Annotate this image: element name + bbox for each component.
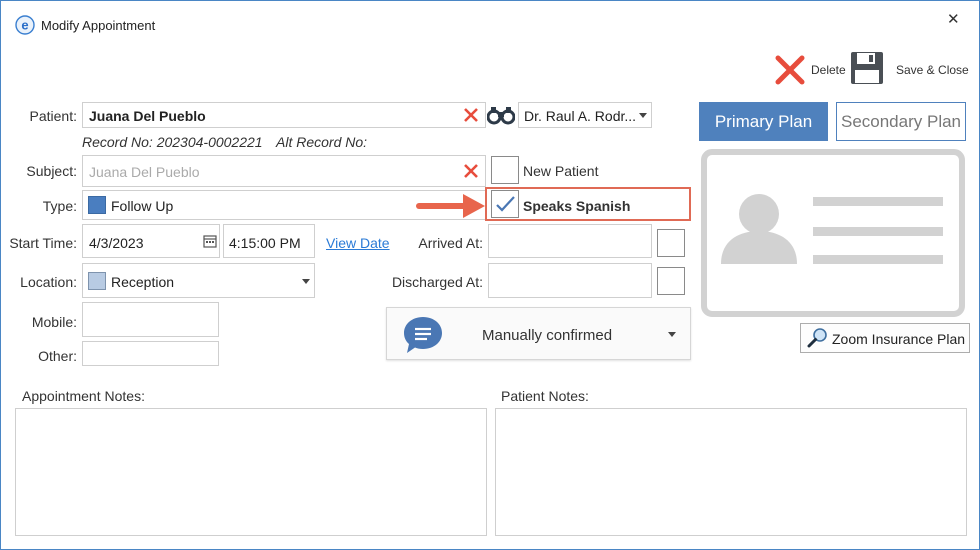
start-time-label: Start Time:: [9, 235, 77, 251]
other-label: Other:: [38, 348, 77, 364]
patient-value: Juana Del Pueblo: [89, 108, 206, 124]
binoculars-icon[interactable]: [487, 105, 515, 125]
provider-select[interactable]: Dr. Raul A. Rodr...: [518, 102, 652, 128]
window-title: Modify Appointment: [41, 18, 156, 33]
appointment-notes-textarea[interactable]: [15, 408, 487, 536]
svg-text:e: e: [21, 18, 28, 33]
other-input[interactable]: [82, 341, 219, 366]
patient-notes-label: Patient Notes:: [501, 388, 589, 404]
record-no: Record No: 202304-0002221: [82, 134, 263, 150]
speaks-spanish-label: Speaks Spanish: [523, 198, 631, 214]
discharged-at-label: Discharged At:: [391, 274, 483, 290]
insurance-card-image: [701, 149, 965, 317]
checkmark-icon: [496, 196, 515, 212]
alt-record-no: Alt Record No:: [276, 134, 368, 150]
save-close-button[interactable]: Save & Close: [850, 51, 970, 87]
location-value: Reception: [111, 274, 175, 290]
arrived-at-checkbox[interactable]: [657, 229, 685, 257]
arrived-at-label: Arrived At:: [418, 235, 483, 251]
delete-label: Delete: [811, 63, 846, 77]
app-logo-icon: e: [15, 15, 35, 35]
start-date-input[interactable]: 4/3/2023: [82, 224, 220, 258]
close-icon[interactable]: ✕: [947, 10, 960, 28]
start-date-value: 4/3/2023: [89, 235, 144, 251]
confirmation-value: Manually confirmed: [482, 327, 613, 344]
chevron-down-icon: [302, 279, 310, 284]
secondary-plan-tab[interactable]: Secondary Plan: [836, 102, 966, 141]
zoom-insurance-label: Zoom Insurance Plan: [832, 331, 966, 347]
type-color-swatch: [88, 196, 106, 214]
save-disk-icon: [851, 52, 883, 84]
delete-button[interactable]: Delete: [773, 53, 848, 87]
start-time-value: 4:15:00 PM: [229, 235, 301, 251]
patient-label: Patient:: [29, 108, 77, 124]
subject-label: Subject:: [26, 163, 77, 179]
arrived-at-input[interactable]: [488, 224, 652, 258]
zoom-insurance-plan-button[interactable]: Zoom Insurance Plan: [800, 323, 970, 353]
start-time-input[interactable]: 4:15:00 PM: [223, 224, 315, 258]
patient-input[interactable]: Juana Del Pueblo: [82, 102, 486, 128]
new-patient-checkbox[interactable]: [491, 156, 519, 184]
location-label: Location:: [20, 274, 77, 290]
subject-placeholder: Juana Del Pueblo: [89, 164, 200, 180]
discharged-at-checkbox[interactable]: [657, 267, 685, 295]
new-patient-label: New Patient: [523, 163, 599, 179]
save-close-label: Save & Close: [896, 63, 969, 77]
speaks-spanish-checkbox[interactable]: [491, 190, 519, 218]
chevron-down-icon: [639, 113, 647, 118]
chevron-down-icon: [668, 332, 676, 337]
subject-input[interactable]: Juana Del Pueblo: [82, 155, 486, 187]
magnifier-icon: [807, 328, 827, 348]
primary-plan-tab[interactable]: Primary Plan: [699, 102, 828, 141]
location-select[interactable]: Reception: [82, 263, 315, 298]
chat-bubble-icon: [404, 317, 442, 353]
primary-plan-label: Primary Plan: [714, 112, 813, 131]
provider-value: Dr. Raul A. Rodr...: [524, 108, 637, 124]
type-value: Follow Up: [111, 198, 174, 214]
clear-patient-icon[interactable]: [463, 107, 479, 123]
discharged-at-input[interactable]: [488, 263, 652, 298]
callout-arrow-icon: [416, 194, 485, 218]
type-label: Type:: [42, 198, 77, 214]
clear-subject-icon[interactable]: [463, 163, 479, 179]
mobile-input[interactable]: [82, 302, 219, 337]
mobile-label: Mobile:: [31, 314, 77, 330]
delete-icon: [775, 55, 805, 85]
confirmation-select[interactable]: Manually confirmed: [386, 307, 691, 360]
appointment-notes-label: Appointment Notes:: [22, 388, 145, 404]
modify-appointment-window: e Modify Appointment ✕ Delete Save & Clo…: [0, 0, 980, 550]
location-color-swatch: [88, 272, 106, 290]
calendar-icon[interactable]: [203, 234, 217, 248]
patient-notes-textarea[interactable]: [495, 408, 967, 536]
secondary-plan-label: Secondary Plan: [840, 112, 962, 131]
